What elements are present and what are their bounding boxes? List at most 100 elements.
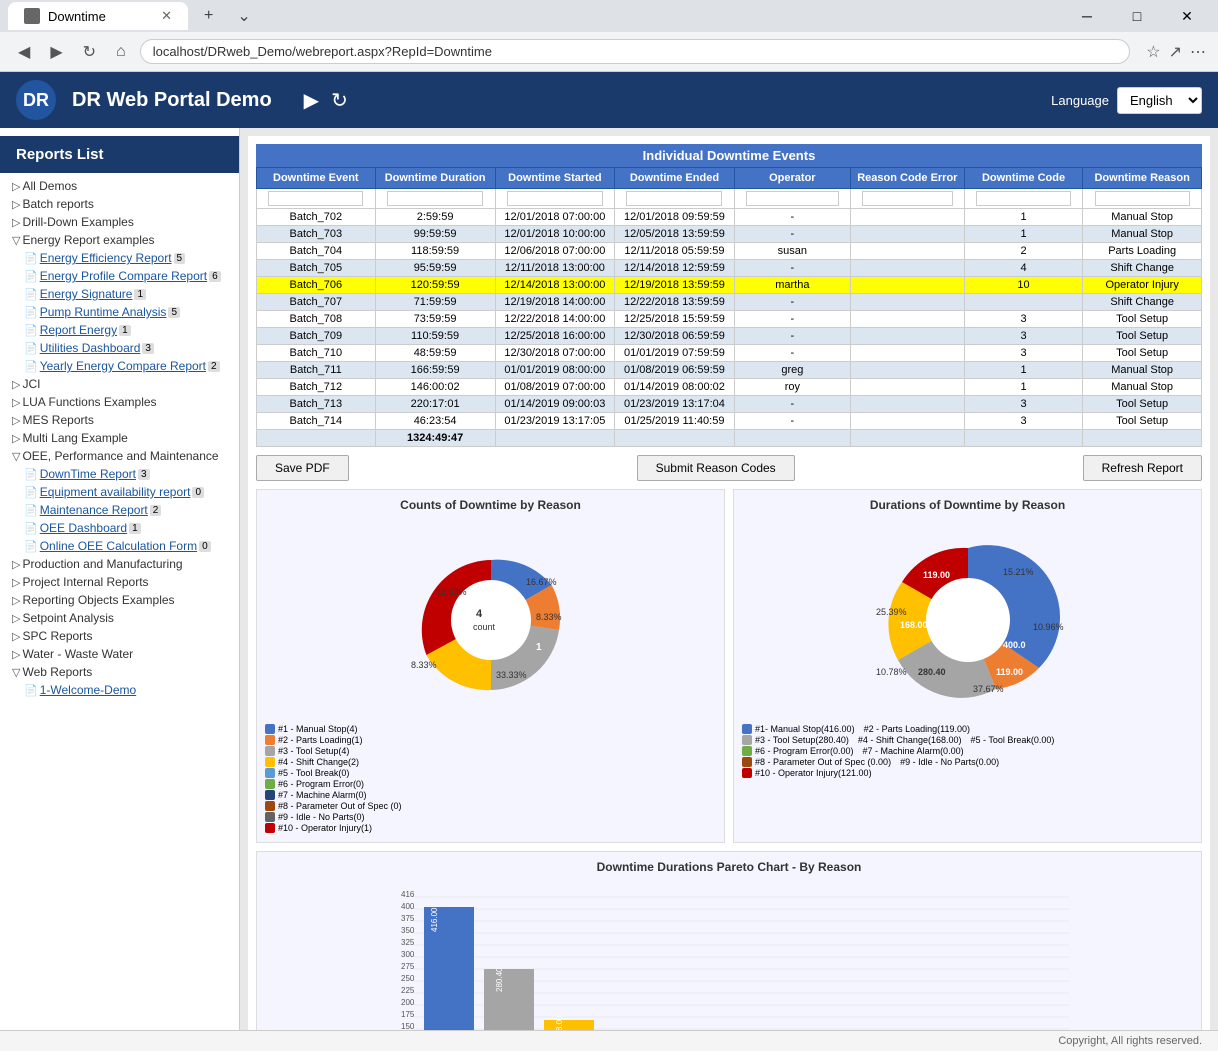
label-37pct: 37.67% bbox=[973, 684, 1004, 694]
sidebar-label: Utilities Dashboard bbox=[40, 341, 141, 355]
sidebar-item-utilities-dashboard[interactable]: 📄 Utilities Dashboard 3 bbox=[0, 339, 239, 357]
legend-item: #8 - Parameter Out of Spec (0) bbox=[265, 801, 716, 811]
close-button[interactable]: ✕ bbox=[1164, 0, 1210, 32]
sidebar-item-report-energy[interactable]: 📄 Report Energy 1 bbox=[0, 321, 239, 339]
file-icon: 📄 bbox=[24, 288, 38, 301]
sidebar-item-oee-performance[interactable]: ▽ OEE, Performance and Maintenance bbox=[0, 447, 239, 465]
duration-donut-chart: 15.21% 10.96% 37.67% 10.78% 25.39% 400.0… bbox=[848, 520, 1088, 720]
legend-item: #6 - Program Error(0.00) #7 - Machine Al… bbox=[742, 746, 1193, 756]
sidebar-item-multi-lang[interactable]: ▷ Multi Lang Example bbox=[0, 429, 239, 447]
tab-list-button[interactable]: ⌄ bbox=[229, 2, 258, 30]
sidebar-item-maintenance[interactable]: 📄 Maintenance Report 2 bbox=[0, 501, 239, 519]
sidebar-label: Water - Waste Water bbox=[22, 647, 133, 661]
share-button[interactable]: ↗ bbox=[1169, 42, 1182, 62]
refresh-report-button[interactable]: Refresh Report bbox=[1083, 455, 1202, 481]
sidebar-item-project-internal[interactable]: ▷ Project Internal Reports bbox=[0, 573, 239, 591]
col-header-code[interactable]: Downtime Code bbox=[964, 168, 1083, 189]
sidebar-item-energy-efficiency[interactable]: 📄 Energy Efficiency Report 5 bbox=[0, 249, 239, 267]
sidebar-item-downtime-report[interactable]: 📄 DownTime Report 3 bbox=[0, 465, 239, 483]
reload-button[interactable]: ↻ bbox=[77, 38, 102, 66]
sidebar-item-energy-signature[interactable]: 📄 Energy Signature 1 bbox=[0, 285, 239, 303]
filter-input[interactable] bbox=[626, 191, 722, 206]
expand-icon: ▷ bbox=[12, 216, 20, 229]
menu-button[interactable]: ⋯ bbox=[1190, 42, 1206, 62]
col-header-ended[interactable]: Downtime Ended bbox=[615, 168, 735, 189]
report-table-wrap: Individual Downtime Events Downtime Even… bbox=[256, 144, 1202, 447]
filter-input[interactable] bbox=[1095, 191, 1190, 206]
bar-chart-svg: 416 400 375 350 325 300 275 250 225 200 … bbox=[265, 882, 1193, 1030]
sidebar-item-drill-down[interactable]: ▷ Drill-Down Examples bbox=[0, 213, 239, 231]
expand-icon: ▷ bbox=[12, 378, 20, 391]
col-header-event[interactable]: Downtime Event bbox=[257, 168, 376, 189]
save-pdf-button[interactable]: Save PDF bbox=[256, 455, 349, 481]
sidebar-item-all-demos[interactable]: ▷ All Demos bbox=[0, 177, 239, 195]
sidebar-item-online-oee[interactable]: 📄 Online OEE Calculation Form 0 bbox=[0, 537, 239, 555]
sidebar-item-pump-runtime[interactable]: 📄 Pump Runtime Analysis 5 bbox=[0, 303, 239, 321]
sidebar-label: Setpoint Analysis bbox=[22, 611, 113, 625]
label-26pct: 25.39% bbox=[876, 607, 907, 617]
sidebar-item-mes[interactable]: ▷ MES Reports bbox=[0, 411, 239, 429]
new-tab-button[interactable]: + bbox=[196, 3, 221, 29]
bookmark-button[interactable]: ☆ bbox=[1146, 42, 1160, 62]
legend-text: #7 - Machine Alarm(0) bbox=[278, 790, 367, 800]
legend-color bbox=[265, 746, 275, 756]
expand-icon: ▷ bbox=[12, 576, 20, 589]
legend-text-2: #4 - Shift Change(168.00) bbox=[858, 735, 962, 745]
sidebar-item-energy-profile-compare[interactable]: 📄 Energy Profile Compare Report 6 bbox=[0, 267, 239, 285]
minimize-button[interactable]: ─ bbox=[1064, 0, 1110, 32]
sidebar-item-batch-reports[interactable]: ▷ Batch reports bbox=[0, 195, 239, 213]
filter-input[interactable] bbox=[387, 191, 483, 206]
expand-icon: ▷ bbox=[12, 612, 20, 625]
collapse-icon: ▽ bbox=[12, 450, 20, 463]
file-icon: 📄 bbox=[24, 468, 38, 481]
play-button[interactable]: ▶ bbox=[304, 88, 319, 113]
collapse-icon: ▽ bbox=[12, 666, 20, 679]
sidebar-item-lua[interactable]: ▷ LUA Functions Examples bbox=[0, 393, 239, 411]
filter-input[interactable] bbox=[507, 191, 603, 206]
sidebar-item-yearly-energy[interactable]: 📄 Yearly Energy Compare Report 2 bbox=[0, 357, 239, 375]
table-row: Batch_711166:59:5901/01/2019 08:00:0001/… bbox=[257, 362, 1202, 379]
legend-color bbox=[742, 746, 752, 756]
sidebar-item-oee-dashboard[interactable]: 📄 OEE Dashboard 1 bbox=[0, 519, 239, 537]
sidebar-item-equipment-availability[interactable]: 📄 Equipment availability report 0 bbox=[0, 483, 239, 501]
col-header-started[interactable]: Downtime Started bbox=[495, 168, 615, 189]
forward-button[interactable]: ▶ bbox=[44, 38, 68, 66]
col-header-code-err[interactable]: Reason Code Error bbox=[850, 168, 964, 189]
submit-reason-button[interactable]: Submit Reason Codes bbox=[637, 455, 795, 481]
app-header: DR DR Web Portal Demo ▶ ↻ Language Engli… bbox=[0, 72, 1218, 128]
sidebar-item-spc[interactable]: ▷ SPC Reports bbox=[0, 627, 239, 645]
sidebar-item-energy-examples[interactable]: ▽ Energy Report examples bbox=[0, 231, 239, 249]
tab-close-button[interactable]: ✕ bbox=[161, 8, 172, 24]
filter-input[interactable] bbox=[268, 191, 363, 206]
legend-color bbox=[265, 779, 275, 789]
filter-input[interactable] bbox=[862, 191, 953, 206]
browser-tab[interactable]: Downtime ✕ bbox=[8, 2, 188, 30]
home-button[interactable]: ⌂ bbox=[110, 39, 132, 65]
label-percent-5: 33.33% bbox=[436, 587, 467, 597]
col-header-operator[interactable]: Operator bbox=[734, 168, 850, 189]
sidebar-item-reporting-objects[interactable]: ▷ Reporting Objects Examples bbox=[0, 591, 239, 609]
seg-label-3: 1 bbox=[536, 642, 542, 653]
table-row: Batch_7022:59:5912/01/2018 07:00:0012/01… bbox=[257, 209, 1202, 226]
file-icon: 📄 bbox=[24, 270, 38, 283]
badge: 5 bbox=[168, 307, 180, 318]
col-header-duration[interactable]: Downtime Duration bbox=[375, 168, 495, 189]
sidebar-item-jci[interactable]: ▷ JCI bbox=[0, 375, 239, 393]
maximize-button[interactable]: □ bbox=[1114, 0, 1160, 32]
language-select[interactable]: English Spanish French bbox=[1117, 87, 1202, 114]
back-button[interactable]: ◀ bbox=[12, 38, 36, 66]
col-header-reason[interactable]: Downtime Reason bbox=[1083, 168, 1202, 189]
legend-item: #1 - Manual Stop(4) bbox=[265, 724, 716, 734]
sidebar-item-water[interactable]: ▷ Water - Waste Water bbox=[0, 645, 239, 663]
sidebar-item-welcome-demo[interactable]: 📄 1-Welcome-Demo bbox=[0, 681, 239, 699]
file-icon: 📄 bbox=[24, 306, 38, 319]
sidebar-item-web-reports[interactable]: ▽ Web Reports bbox=[0, 663, 239, 681]
filter-input[interactable] bbox=[746, 191, 839, 206]
sidebar-label: Reporting Objects Examples bbox=[22, 593, 174, 607]
sidebar-item-production[interactable]: ▷ Production and Manufacturing bbox=[0, 555, 239, 573]
val-label-4: 168.00 bbox=[900, 620, 928, 630]
refresh-header-button[interactable]: ↻ bbox=[331, 88, 348, 113]
address-bar[interactable] bbox=[140, 39, 1131, 64]
filter-input[interactable] bbox=[976, 191, 1071, 206]
sidebar-item-setpoint[interactable]: ▷ Setpoint Analysis bbox=[0, 609, 239, 627]
